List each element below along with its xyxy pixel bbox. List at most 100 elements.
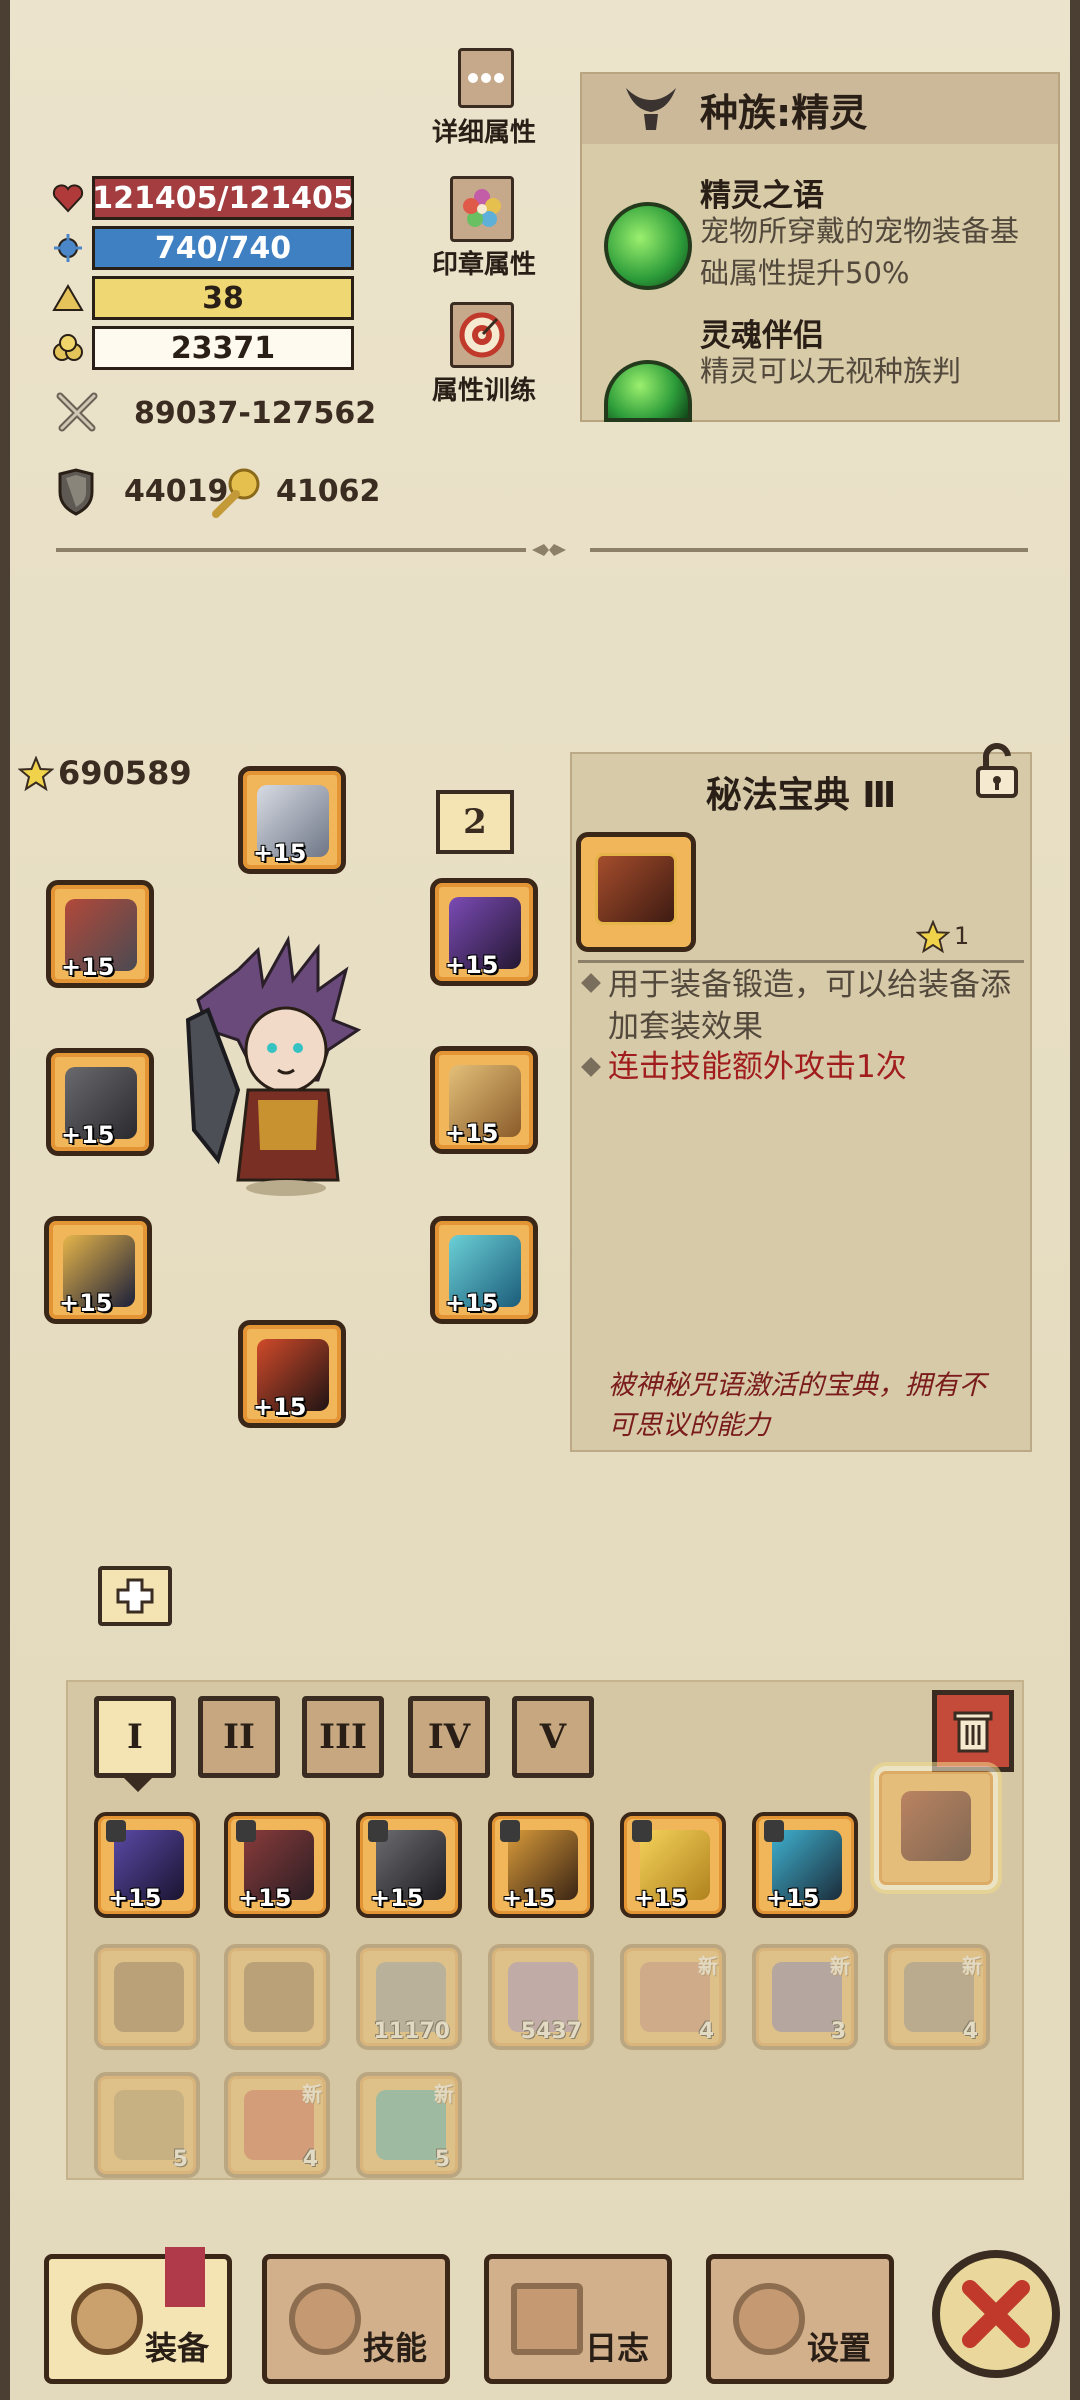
enhance-level: +15	[61, 953, 115, 981]
expand-button[interactable]	[98, 1566, 172, 1626]
new-badge: 新	[302, 2082, 322, 2106]
equip-slot-weapon[interactable]: +15	[46, 880, 154, 988]
inventory-slot[interactable]: +15	[488, 1812, 594, 1918]
plus-cross-icon	[116, 1578, 154, 1614]
tab-4[interactable]: IV	[408, 1696, 490, 1778]
enhance-level: +15	[59, 1289, 113, 1317]
info-divider	[578, 960, 1024, 963]
flower-seal-icon	[463, 189, 501, 227]
item-title: 秘法宝典 Ⅲ	[705, 775, 897, 816]
heart-icon	[50, 180, 86, 216]
race-header: 种族:精灵	[582, 74, 1058, 144]
training-attributes-button[interactable]	[450, 302, 514, 368]
new-badge: 新	[434, 2082, 454, 2106]
magic-value: 41062	[276, 474, 381, 509]
tome-icon	[244, 1962, 314, 2032]
item-effect: 连击技能额外攻击1次	[608, 1049, 907, 1085]
tab-5[interactable]: V	[512, 1696, 594, 1778]
inventory-slot[interactable]: 新5	[356, 2072, 462, 2178]
enhance-level: +15	[634, 1884, 688, 1912]
trait-desc-1: 宠物所穿戴的宠物装备基础属性提升50%	[700, 214, 1020, 290]
inventory-slot[interactable]: +15	[224, 1812, 330, 1918]
equip-slot-cape[interactable]: +15	[44, 1216, 152, 1324]
item-count: 3	[830, 2019, 846, 2044]
training-attributes-label[interactable]: 属性训练	[432, 370, 536, 407]
enhance-level: +15	[445, 951, 499, 979]
inventory-slot[interactable]	[94, 1944, 200, 2050]
equip-slot-ring[interactable]: +15	[46, 1048, 154, 1156]
item-count: 5	[434, 2147, 450, 2172]
set-count-badge[interactable]: 2	[436, 790, 514, 854]
inventory-slot[interactable]: 5437	[488, 1944, 594, 2050]
equip-slot-boots[interactable]: +15	[238, 1320, 346, 1428]
journal-icon	[511, 2283, 583, 2355]
hero-character	[168, 930, 388, 1200]
inventory-slot[interactable]: 新4	[224, 2072, 330, 2178]
new-badge: 新	[698, 1954, 718, 1978]
active-tab-pointer	[124, 1778, 152, 1792]
inventory-slot[interactable]: 新3	[752, 1944, 858, 2050]
item-star-count: 1	[954, 922, 970, 950]
trait-desc-2: 精灵可以无视种族判	[700, 354, 962, 388]
enhance-level: +15	[108, 1884, 162, 1912]
nav-skill-label: 技能	[362, 2329, 427, 2367]
seal-attributes-label[interactable]: 印章属性	[432, 244, 536, 281]
tab-3[interactable]: III	[302, 1696, 384, 1778]
item-icon-frame	[576, 832, 696, 952]
inventory-slot[interactable]	[224, 1944, 330, 2050]
equip-slot-gem[interactable]: +15	[430, 1216, 538, 1324]
nav-equip-button[interactable]: 装备	[44, 2247, 232, 2384]
arcane-tome-icon	[595, 853, 677, 925]
equip-slot-body[interactable]: +15	[430, 1046, 538, 1154]
lock-icon	[632, 1820, 652, 1842]
seal-attributes-button[interactable]	[450, 176, 514, 242]
inventory-slot-selected[interactable]	[874, 1766, 998, 1890]
trash-icon	[953, 1711, 993, 1753]
hp-bar: 121405/121405	[92, 176, 354, 220]
item-description: 用于装备锻造，可以给装备添加套装效果	[608, 967, 1011, 1045]
gold-row: 23371	[50, 326, 354, 370]
equip-slot-offhand[interactable]: +15	[430, 878, 538, 986]
enhance-level: +15	[253, 1393, 307, 1421]
new-badge: 新	[962, 1954, 982, 1978]
nav-skill-button[interactable]: 技能	[262, 2254, 450, 2384]
mp-bar: 740/740	[92, 226, 354, 270]
inventory-slot[interactable]: 5	[94, 2072, 200, 2178]
active-ribbon	[165, 2247, 205, 2307]
enhance-level: +15	[61, 1121, 115, 1149]
nav-settings-button[interactable]: 设置	[706, 2254, 894, 2384]
inventory-slot[interactable]: +15	[356, 1812, 462, 1918]
detail-attributes-label[interactable]: 详细属性	[432, 112, 536, 149]
tab-2[interactable]: II	[198, 1696, 280, 1778]
inventory-slot[interactable]: 11170	[356, 1944, 462, 2050]
unlock-padlock-icon[interactable]	[972, 742, 1022, 800]
inventory-slot[interactable]: +15	[752, 1812, 858, 1918]
inventory-slot[interactable]: 新4	[620, 1944, 726, 2050]
divider-left	[56, 548, 526, 552]
enhance-level: +15	[253, 839, 307, 867]
inventory-slot[interactable]: +15	[94, 1812, 200, 1918]
arcane-tome-icon	[901, 1791, 971, 1861]
item-count: 4	[698, 2019, 714, 2044]
lock-icon	[500, 1820, 520, 1842]
tab-1[interactable]: I	[94, 1696, 176, 1778]
item-count: 5437	[520, 2019, 582, 2044]
divider-right	[590, 548, 1028, 552]
close-button[interactable]	[932, 2250, 1060, 2378]
trash-button[interactable]	[932, 1690, 1014, 1772]
mp-row: 740/740	[50, 226, 354, 270]
trait-name-2: 灵魂伴侣	[700, 318, 824, 354]
lock-icon	[368, 1820, 388, 1842]
level-bar: 38	[92, 276, 354, 320]
inventory-slot[interactable]: 新4	[884, 1944, 990, 2050]
power-value: 690589	[58, 754, 192, 792]
mana-icon	[50, 230, 86, 266]
nav-log-button[interactable]: 日志	[484, 2254, 672, 2384]
level-triangle-icon	[50, 280, 86, 316]
race-title: 种族:精灵	[700, 90, 868, 135]
equip-slot-head[interactable]: +15	[238, 766, 346, 874]
detail-attributes-button[interactable]	[458, 48, 514, 108]
inventory-slot[interactable]: +15	[620, 1812, 726, 1918]
item-star-icon	[915, 919, 951, 954]
spirit-language-icon	[604, 202, 692, 290]
